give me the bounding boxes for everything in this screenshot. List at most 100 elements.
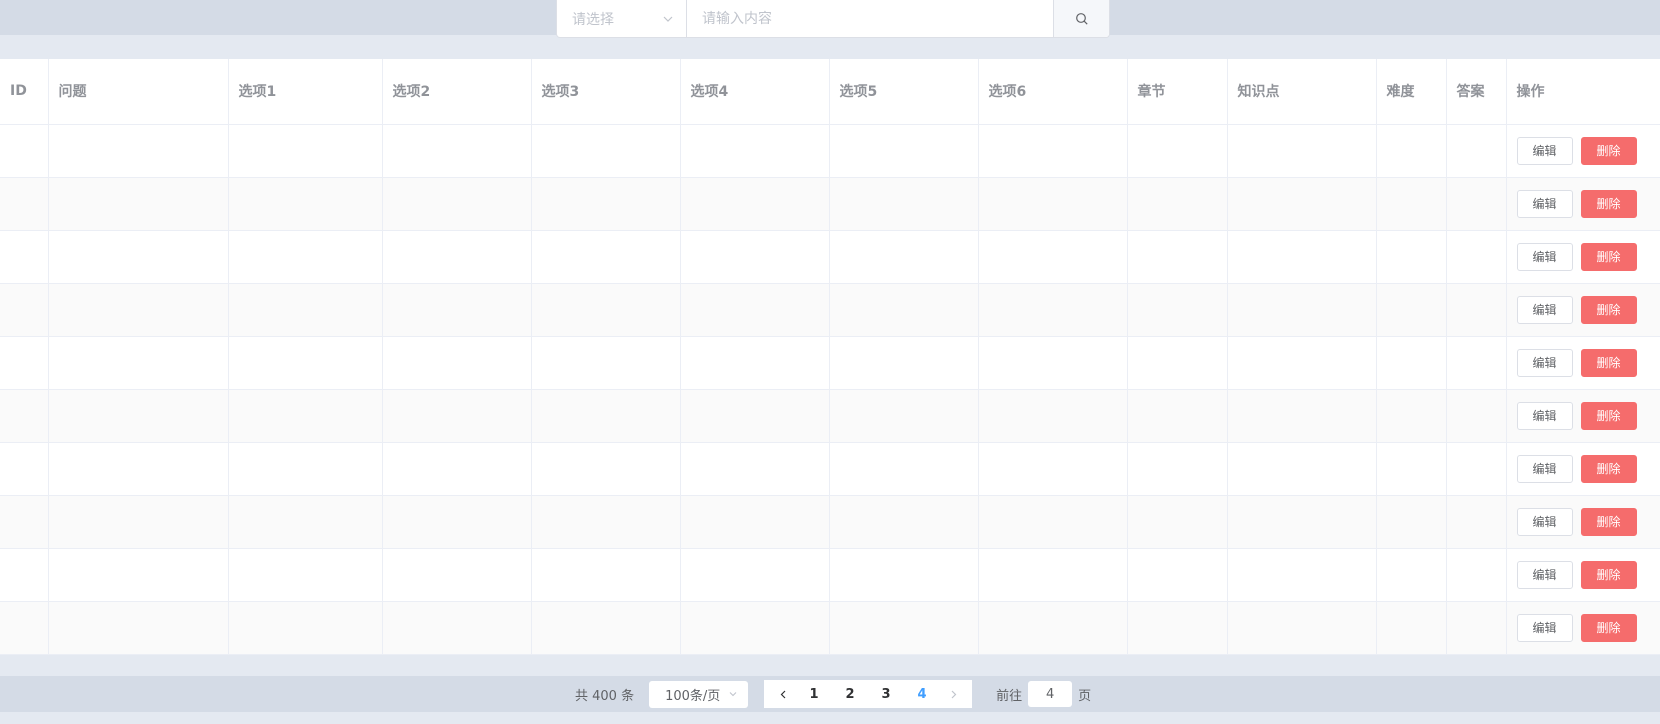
table-cell bbox=[978, 283, 1128, 337]
table-cell bbox=[829, 548, 979, 602]
table-cell bbox=[1446, 124, 1507, 178]
page-size-select[interactable]: 100条/页 bbox=[649, 680, 749, 708]
edit-button[interactable]: 编辑 bbox=[1516, 189, 1573, 218]
table-row: 编辑 删除 bbox=[0, 548, 1660, 602]
table-cell bbox=[382, 124, 532, 178]
page-number-3[interactable]: 3 bbox=[868, 680, 904, 708]
edit-button[interactable]: 编辑 bbox=[1516, 454, 1573, 483]
table-row: 编辑 删除 bbox=[0, 336, 1660, 390]
edit-button[interactable]: 编辑 bbox=[1516, 348, 1573, 377]
table-cell bbox=[228, 177, 383, 231]
table-cell bbox=[0, 601, 49, 655]
table-cell bbox=[1446, 177, 1507, 231]
next-page-button[interactable] bbox=[940, 680, 966, 708]
page-number-4[interactable]: 4 bbox=[904, 680, 940, 708]
page-number-1[interactable]: 1 bbox=[796, 680, 832, 708]
table-cell bbox=[680, 495, 830, 549]
table-cell bbox=[48, 124, 229, 178]
table-cell bbox=[228, 548, 383, 602]
edit-button[interactable]: 编辑 bbox=[1516, 560, 1573, 589]
actions-cell: 编辑 删除 bbox=[1506, 495, 1660, 549]
edit-button[interactable]: 编辑 bbox=[1516, 295, 1573, 324]
table-cell bbox=[382, 230, 532, 284]
table-cell bbox=[382, 283, 532, 337]
table-cell bbox=[978, 336, 1128, 390]
delete-button[interactable]: 删除 bbox=[1580, 295, 1637, 324]
delete-button[interactable]: 删除 bbox=[1580, 454, 1637, 483]
table-cell bbox=[680, 389, 830, 443]
table-cell bbox=[0, 283, 49, 337]
table-cell bbox=[48, 389, 229, 443]
actions-cell: 编辑 删除 bbox=[1506, 548, 1660, 602]
delete-button[interactable]: 删除 bbox=[1580, 242, 1637, 271]
column-header-id: ID bbox=[0, 59, 49, 125]
prev-page-button[interactable] bbox=[770, 680, 796, 708]
column-header-option5: 选项5 bbox=[829, 59, 979, 125]
table-cell bbox=[978, 230, 1128, 284]
table-cell bbox=[228, 601, 383, 655]
table-cell bbox=[1376, 177, 1447, 231]
table-cell bbox=[0, 389, 49, 443]
table-cell bbox=[531, 177, 681, 231]
edit-button[interactable]: 编辑 bbox=[1516, 242, 1573, 271]
table-cell bbox=[1376, 336, 1447, 390]
table-cell bbox=[1227, 601, 1377, 655]
goto-page-input[interactable] bbox=[1028, 681, 1073, 707]
table-cell bbox=[531, 495, 681, 549]
table-cell bbox=[1127, 283, 1228, 337]
table-cell bbox=[978, 177, 1128, 231]
page-list: 1 2 3 4 bbox=[764, 680, 973, 708]
table-cell bbox=[228, 389, 383, 443]
delete-button[interactable]: 删除 bbox=[1580, 348, 1637, 377]
table-cell bbox=[1376, 283, 1447, 337]
page-number-2[interactable]: 2 bbox=[832, 680, 868, 708]
table-cell bbox=[1376, 495, 1447, 549]
table-cell bbox=[1227, 177, 1377, 231]
delete-button[interactable]: 删除 bbox=[1580, 507, 1637, 536]
table-cell bbox=[48, 601, 229, 655]
delete-button[interactable]: 删除 bbox=[1580, 613, 1637, 642]
table-cell bbox=[48, 442, 229, 496]
table-cell bbox=[531, 389, 681, 443]
delete-button[interactable]: 删除 bbox=[1580, 401, 1637, 430]
search-input[interactable] bbox=[687, 0, 1053, 37]
category-select[interactable]: 请选择 bbox=[557, 0, 687, 37]
column-header-question: 问题 bbox=[48, 59, 229, 125]
table-cell bbox=[680, 230, 830, 284]
table-body: 编辑 删除 编辑 删除 编辑 删除 编辑 删除 编辑 删除 编辑 删除 编辑 删除 编辑 删除 编辑 删除 编辑 删除 bbox=[0, 124, 1660, 655]
search-button[interactable] bbox=[1053, 0, 1109, 37]
table-cell bbox=[1446, 336, 1507, 390]
table-cell bbox=[680, 548, 830, 602]
table-cell bbox=[829, 124, 979, 178]
table-cell bbox=[1127, 336, 1228, 390]
edit-button[interactable]: 编辑 bbox=[1516, 136, 1573, 165]
table-cell bbox=[1127, 124, 1228, 178]
table-cell bbox=[1227, 336, 1377, 390]
table-cell bbox=[829, 283, 979, 337]
table-cell bbox=[531, 230, 681, 284]
table-cell bbox=[1227, 283, 1377, 337]
edit-button[interactable]: 编辑 bbox=[1516, 401, 1573, 430]
table-cell bbox=[1446, 442, 1507, 496]
table-cell bbox=[228, 124, 383, 178]
delete-button[interactable]: 删除 bbox=[1580, 136, 1637, 165]
table-cell bbox=[1446, 230, 1507, 284]
actions-cell: 编辑 删除 bbox=[1506, 442, 1660, 496]
table-cell bbox=[0, 336, 49, 390]
edit-button[interactable]: 编辑 bbox=[1516, 613, 1573, 642]
page-size-value: 100条/页 bbox=[665, 688, 721, 704]
column-header-answer: 答案 bbox=[1446, 59, 1507, 125]
table-cell bbox=[829, 177, 979, 231]
column-header-option1: 选项1 bbox=[228, 59, 383, 125]
table-cell bbox=[978, 442, 1128, 496]
table-cell bbox=[531, 548, 681, 602]
edit-button[interactable]: 编辑 bbox=[1516, 507, 1573, 536]
actions-cell: 编辑 删除 bbox=[1506, 177, 1660, 231]
table-cell bbox=[680, 336, 830, 390]
delete-button[interactable]: 删除 bbox=[1580, 189, 1637, 218]
table-cell bbox=[48, 495, 229, 549]
table-cell bbox=[1227, 495, 1377, 549]
table-row: 编辑 删除 bbox=[0, 495, 1660, 549]
column-header-option2: 选项2 bbox=[382, 59, 532, 125]
delete-button[interactable]: 删除 bbox=[1580, 560, 1637, 589]
